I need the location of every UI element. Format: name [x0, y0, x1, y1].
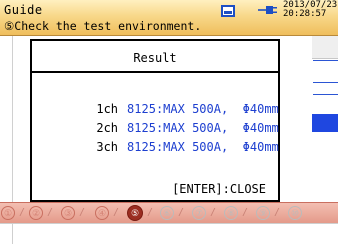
- step-7[interactable]: ⑦: [192, 206, 206, 220]
- background-highlight: [312, 114, 338, 132]
- step-1[interactable]: ①: [1, 206, 15, 220]
- step-title: ⑤Check the test environment.: [4, 19, 202, 33]
- memory-card-icon: [221, 5, 235, 17]
- result-row: 3ch 8125:MAX 500A, Φ40mm: [53, 126, 279, 168]
- step-4[interactable]: ④: [95, 206, 109, 220]
- footer-divider: [12, 224, 13, 244]
- channel-label: 3ch: [96, 140, 119, 154]
- power-plug-icon: [258, 6, 277, 14]
- step-separator: /: [19, 207, 26, 218]
- background-panel: [312, 36, 338, 59]
- guide-screen: Guide ⑤Check the test environment. 2013/…: [0, 0, 338, 244]
- background-rule: [313, 60, 338, 61]
- background-rule: [313, 82, 338, 83]
- step-separator: /: [242, 207, 249, 218]
- step-5-active[interactable]: ⑤: [127, 205, 143, 221]
- step-10[interactable]: ⑩: [288, 206, 302, 220]
- dialog-title: Result: [133, 51, 177, 65]
- step-separator: /: [147, 207, 154, 218]
- time-text: 20:28:57: [283, 9, 327, 19]
- datetime-display: 2013/07/23 20:28:57: [283, 1, 337, 19]
- step-3[interactable]: ③: [61, 206, 75, 220]
- step-2[interactable]: ②: [29, 206, 43, 220]
- step-separator: /: [210, 207, 217, 218]
- footer-area: [0, 223, 338, 244]
- sensor-value: 8125:MAX 500A, Φ40mm: [127, 140, 279, 154]
- step-separator: /: [79, 207, 86, 218]
- screen-title: Guide: [4, 3, 43, 17]
- step-separator: /: [47, 207, 54, 218]
- result-dialog[interactable]: Result 1ch 8125:MAX 500A, Φ40mm 2ch 8125:M…: [30, 39, 280, 202]
- step-6[interactable]: ⑥: [160, 206, 174, 220]
- dialog-divider: [32, 71, 278, 73]
- header-bar: Guide ⑤Check the test environment. 2013/…: [0, 0, 338, 36]
- step-separator: /: [274, 207, 281, 218]
- step-8[interactable]: ⑧: [224, 206, 238, 220]
- background-rule: [313, 94, 338, 95]
- close-hint[interactable]: [ENTER]:CLOSE: [172, 182, 266, 196]
- step-9[interactable]: ⑨: [256, 206, 270, 220]
- left-frame: [0, 36, 13, 202]
- step-separator: /: [178, 207, 185, 218]
- step-separator: /: [113, 207, 120, 218]
- step-progress-bar: ① / ② / ③ / ④ / ⑤ / ⑥ / ⑦ / ⑧ / ⑨ / ⑩: [0, 202, 338, 223]
